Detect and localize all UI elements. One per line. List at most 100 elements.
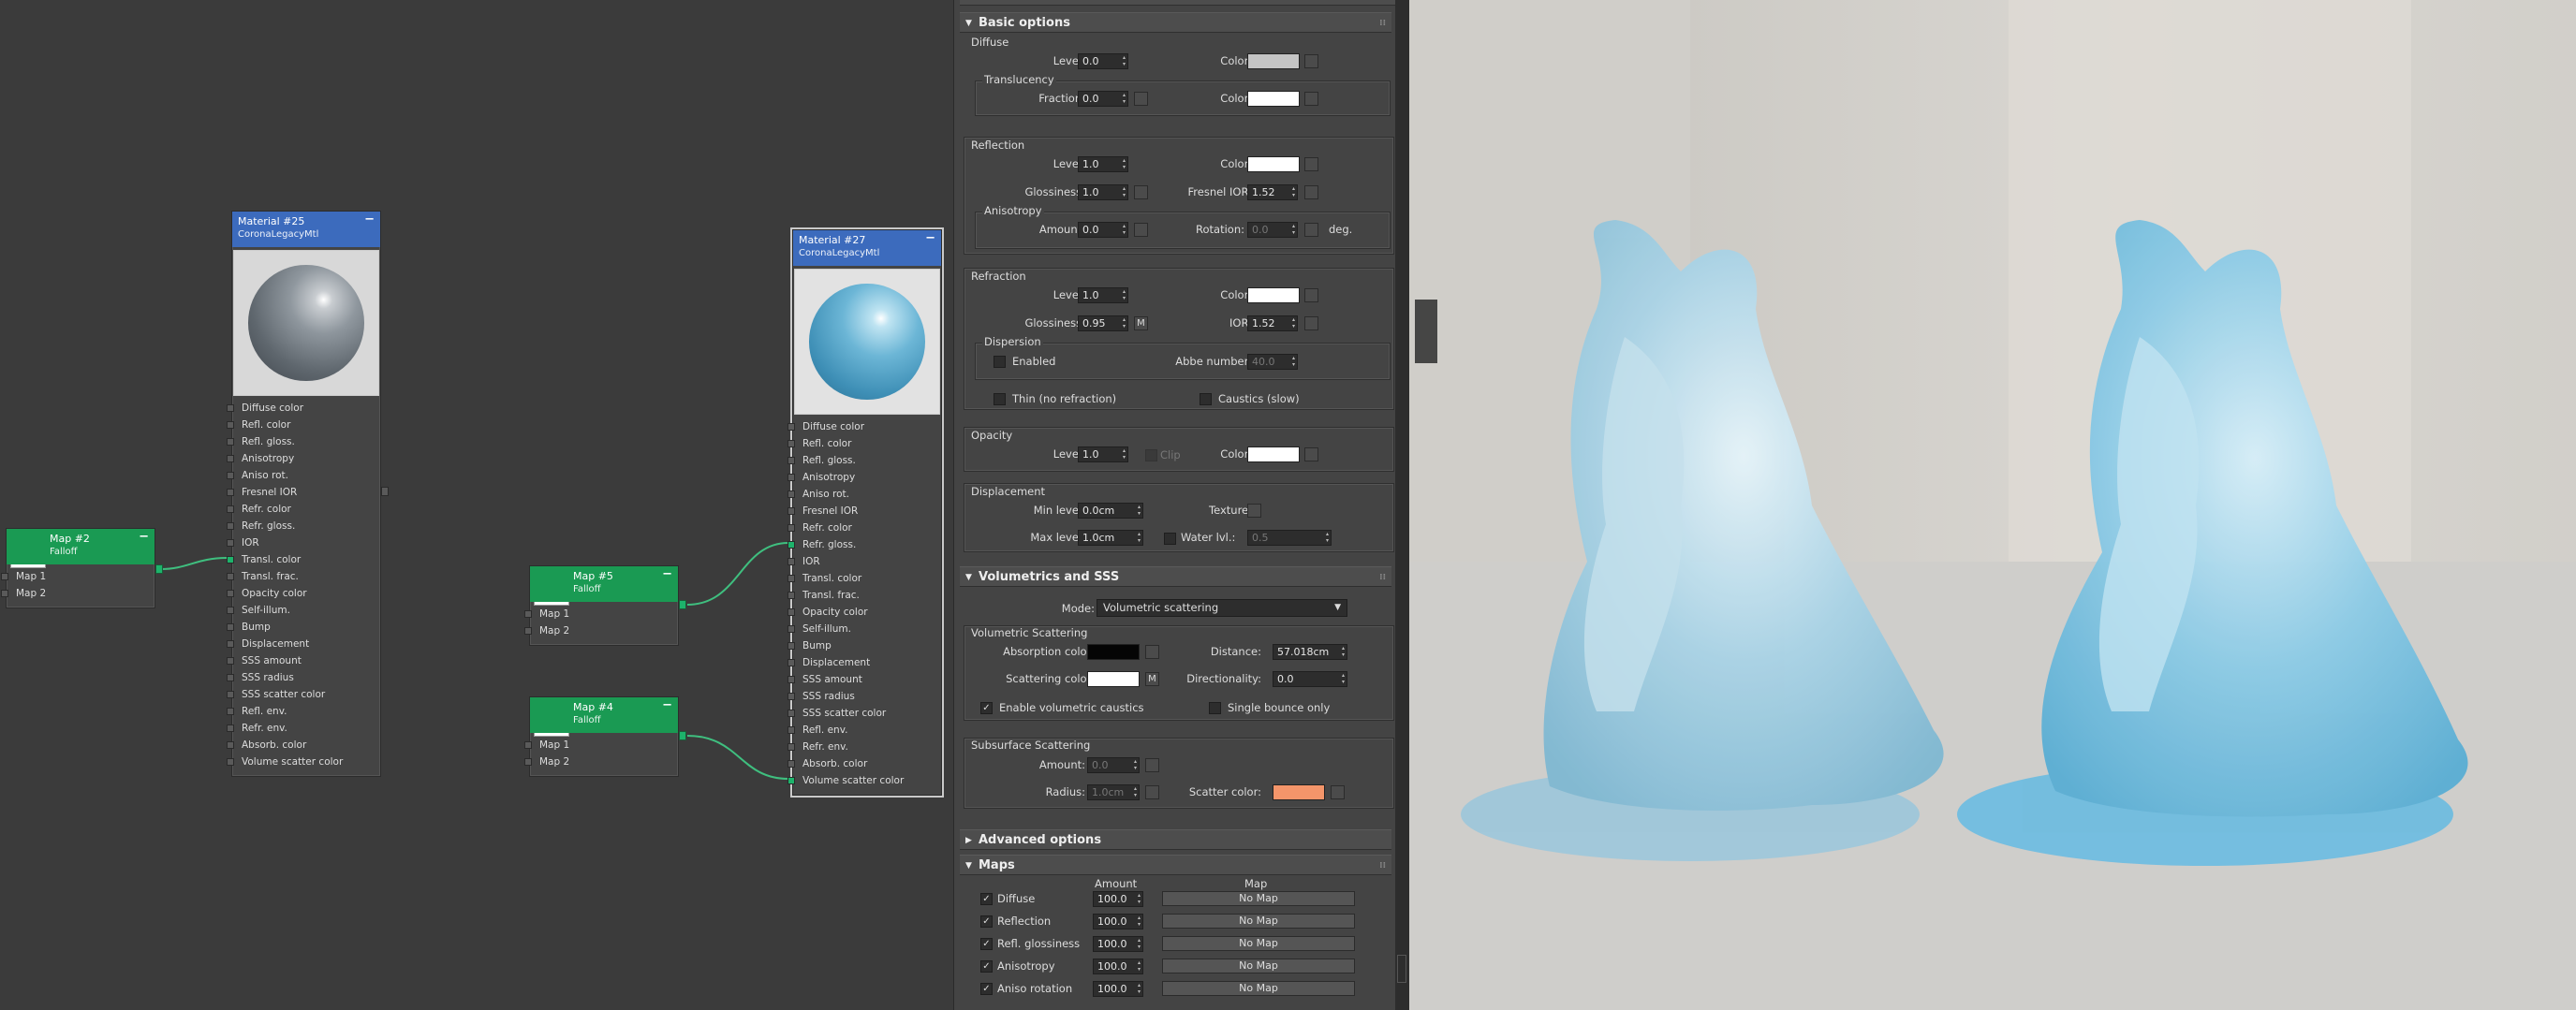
node-input-slot[interactable]: Self-illum. xyxy=(788,621,941,637)
pin-icon[interactable]: ⁞⁞ xyxy=(1379,13,1386,34)
input-socket[interactable] xyxy=(227,691,234,698)
input-socket[interactable] xyxy=(788,642,795,650)
map-amount-spinner[interactable]: 100.0 xyxy=(1093,891,1143,907)
node-input-slot[interactable]: Fresnel IOR xyxy=(227,484,380,501)
refraction-gloss-spinner[interactable]: 0.95 xyxy=(1078,315,1128,331)
node-input-slot[interactable]: SSS radius xyxy=(227,669,380,686)
opacity-color-swatch[interactable] xyxy=(1247,446,1300,462)
displacement-texture-map-button[interactable] xyxy=(1247,504,1261,518)
input-socket[interactable] xyxy=(227,489,234,496)
input-socket[interactable] xyxy=(227,421,234,429)
node-map-5[interactable]: Map #5 Falloff − Map 1 Map 2 xyxy=(524,565,679,646)
node-input-slot[interactable]: Absorb. color xyxy=(227,737,380,754)
node-input-slot[interactable]: Map 1 xyxy=(1,568,155,585)
distance-spinner[interactable]: 57.018cm xyxy=(1273,644,1347,660)
input-socket[interactable] xyxy=(788,474,795,481)
node-input-slot[interactable]: Map 2 xyxy=(1,585,155,602)
pin-icon[interactable]: ⁞⁞ xyxy=(1379,856,1386,876)
collapse-icon[interactable]: − xyxy=(662,568,672,581)
translucency-fraction-spinner[interactable]: 0.0 xyxy=(1078,91,1128,107)
node-input-slot[interactable]: Map 2 xyxy=(524,754,678,770)
map-enable-checkbox[interactable]: ✓ xyxy=(980,915,993,928)
sss-amount-map-button[interactable] xyxy=(1145,758,1159,772)
diffuse-color-swatch[interactable] xyxy=(1247,53,1300,69)
refraction-color-swatch[interactable] xyxy=(1247,287,1300,303)
node-input-slot[interactable]: IOR xyxy=(788,553,941,570)
input-socket[interactable] xyxy=(227,556,234,564)
ior-map-button[interactable] xyxy=(1304,316,1318,330)
node-input-slot[interactable]: Refr. gloss. xyxy=(227,518,380,534)
node-input-slot[interactable]: Opacity color xyxy=(788,604,941,621)
input-socket[interactable] xyxy=(227,708,234,715)
volumetrics-mode-dropdown[interactable]: Volumetric scattering ▼ xyxy=(1097,599,1347,617)
input-socket[interactable] xyxy=(788,676,795,683)
directionality-spinner[interactable]: 0.0 xyxy=(1273,671,1347,687)
map-amount-spinner[interactable]: 100.0 xyxy=(1093,981,1143,997)
input-socket[interactable] xyxy=(788,541,795,549)
anisotropy-amount-map-button[interactable] xyxy=(1134,223,1148,237)
fresnel-ior-spinner[interactable]: 1.52 xyxy=(1247,184,1298,200)
input-socket[interactable] xyxy=(788,608,795,616)
map-slot-button[interactable]: No Map xyxy=(1162,891,1355,906)
rollout-volumetrics[interactable]: ▼ Volumetrics and SSS ⁞⁞ xyxy=(960,566,1391,587)
node-input-slot[interactable]: Refl. env. xyxy=(227,703,380,720)
map-enable-checkbox[interactable]: ✓ xyxy=(980,893,993,905)
rollout-advanced-options[interactable]: ▶ Advanced options xyxy=(960,829,1391,850)
node-input-slot[interactable]: Displacement xyxy=(788,654,941,671)
node-material-25[interactable]: Material #25 CoronaLegacyMtl − Diffuse c… xyxy=(227,211,381,777)
refraction-gloss-map-button[interactable]: M xyxy=(1134,316,1148,330)
input-socket[interactable] xyxy=(788,558,795,565)
ior-spinner[interactable]: 1.52 xyxy=(1247,315,1298,331)
input-socket[interactable] xyxy=(788,726,795,734)
node-input-slot[interactable]: Anisotropy xyxy=(788,469,941,486)
absorption-color-swatch[interactable] xyxy=(1087,644,1140,660)
input-socket[interactable] xyxy=(788,710,795,717)
node-input-slot[interactable]: Aniso rot. xyxy=(227,467,380,484)
node-input-slot[interactable]: Displacement xyxy=(227,636,380,652)
collapse-icon[interactable]: − xyxy=(364,213,375,227)
displacement-max-spinner[interactable]: 1.0cm xyxy=(1078,530,1143,546)
input-socket[interactable] xyxy=(1,573,8,580)
node-input-slot[interactable]: Transl. frac. xyxy=(227,568,380,585)
input-socket[interactable] xyxy=(788,457,795,464)
input-socket[interactable] xyxy=(788,625,795,633)
rollout-basic-options[interactable]: ▼ Basic options ⁞⁞ xyxy=(960,12,1391,33)
input-socket[interactable] xyxy=(227,741,234,749)
node-input-slot[interactable]: SSS scatter color xyxy=(788,705,941,722)
map-slot-button[interactable]: No Map xyxy=(1162,981,1355,996)
diffuse-level-spinner[interactable]: 0.0 xyxy=(1078,53,1128,69)
single-bounce-checkbox[interactable] xyxy=(1209,702,1221,714)
reflection-gloss-map-button[interactable] xyxy=(1134,185,1148,199)
node-input-slot[interactable]: Refr. env. xyxy=(788,739,941,755)
input-socket[interactable] xyxy=(227,472,234,479)
resize-handle[interactable] xyxy=(1397,955,1406,983)
node-map-2[interactable]: Map #2 Falloff − Map 1 Map 2 xyxy=(1,528,155,608)
water-level-checkbox[interactable] xyxy=(1164,533,1176,545)
sss-amount-spinner[interactable]: 0.0 xyxy=(1087,757,1140,773)
scattering-color-swatch[interactable] xyxy=(1087,671,1140,687)
node-input-slot[interactable]: SSS amount xyxy=(227,652,380,669)
node-input-slot[interactable]: Refr. env. xyxy=(227,720,380,737)
volumetric-caustics-checkbox[interactable]: ✓ xyxy=(980,702,993,714)
node-input-slot[interactable]: Refl. gloss. xyxy=(788,452,941,469)
node-input-slot[interactable]: Diffuse color xyxy=(227,400,380,417)
node-input-slot[interactable]: Bump xyxy=(788,637,941,654)
input-socket[interactable] xyxy=(788,592,795,599)
input-socket[interactable] xyxy=(227,607,234,614)
node-input-slot[interactable]: Anisotropy xyxy=(227,450,380,467)
input-socket[interactable] xyxy=(788,524,795,532)
input-socket[interactable] xyxy=(788,777,795,784)
node-input-slot[interactable]: Transl. frac. xyxy=(788,587,941,604)
node-input-slot[interactable]: SSS amount xyxy=(788,671,941,688)
input-socket[interactable] xyxy=(227,539,234,547)
map-amount-spinner[interactable]: 100.0 xyxy=(1093,959,1143,974)
input-socket[interactable] xyxy=(227,438,234,446)
map-slot-button[interactable]: No Map xyxy=(1162,959,1355,973)
sss-radius-spinner[interactable]: 1.0cm xyxy=(1087,784,1140,800)
node-input-slot[interactable]: Volume scatter color xyxy=(788,772,941,789)
node-input-slot[interactable]: Refr. gloss. xyxy=(788,536,941,553)
displacement-min-spinner[interactable]: 0.0cm xyxy=(1078,503,1143,519)
node-input-slot[interactable]: Refl. color xyxy=(227,417,380,433)
node-map-4[interactable]: Map #4 Falloff − Map 1 Map 2 xyxy=(524,696,679,777)
sss-radius-map-button[interactable] xyxy=(1145,785,1159,799)
